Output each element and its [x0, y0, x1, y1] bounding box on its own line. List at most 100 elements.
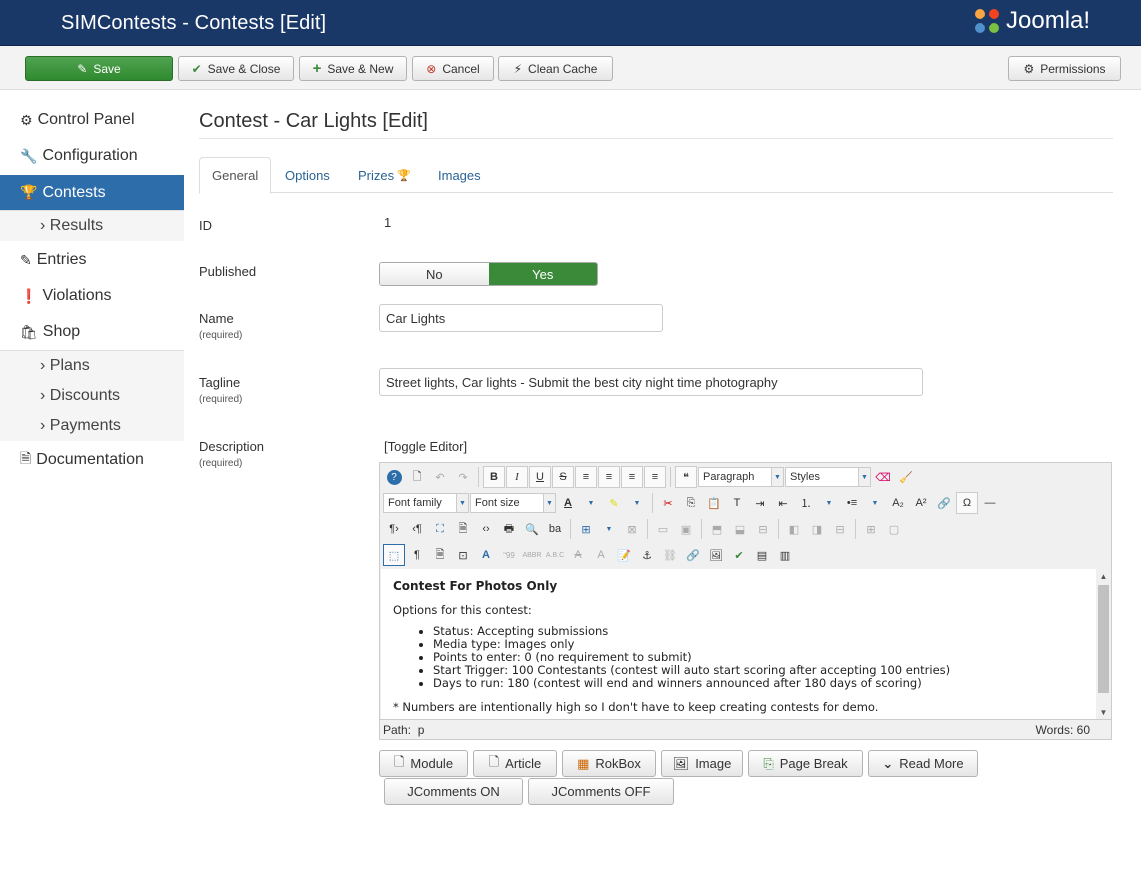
save-new-button[interactable]: + Save & New — [299, 56, 407, 81]
insertion-icon[interactable]: A — [590, 544, 612, 566]
read-more-icon[interactable]: ▥ — [774, 544, 796, 566]
search-binoculars-icon[interactable]: 🔍 — [521, 518, 543, 540]
indent-icon[interactable]: ⇥ — [749, 492, 771, 514]
print-icon[interactable]: 🖶 — [498, 518, 520, 540]
bullet-list-icon[interactable]: •≡ — [841, 492, 863, 514]
image-button[interactable]: 🖼 Image — [661, 750, 743, 777]
outdent-icon[interactable]: ⇤ — [772, 492, 794, 514]
bold-icon[interactable]: B — [483, 466, 505, 488]
col-before-icon[interactable]: ◧ — [783, 518, 805, 540]
subscript-icon[interactable]: A₂ — [887, 492, 909, 514]
visual-aid-icon[interactable]: ⬚ — [383, 544, 405, 566]
sidebar-item-shop[interactable]: 🛍 Shop — [0, 315, 184, 349]
underline-icon[interactable]: U — [529, 466, 551, 488]
unlink-icon[interactable]: ⛓ — [659, 544, 681, 566]
scrollbar-thumb[interactable] — [1098, 585, 1109, 693]
tab-options[interactable]: Options — [273, 157, 342, 193]
row-after-icon[interactable]: ⬓ — [729, 518, 751, 540]
numbered-list-icon[interactable]: ⒈ — [795, 492, 817, 514]
split-cells-icon[interactable]: ⊞ — [860, 518, 882, 540]
format-select[interactable]: Paragraph ▼ — [698, 467, 784, 487]
read-more-button[interactable]: ⌄ Read More — [868, 750, 978, 777]
row-props-icon[interactable]: ▭ — [652, 518, 674, 540]
attributes-icon[interactable]: 📝 — [613, 544, 635, 566]
insert-image-icon[interactable]: 🖼 — [705, 544, 727, 566]
sidebar-item-discounts[interactable]: › Discounts — [0, 381, 184, 411]
tab-images[interactable]: Images — [426, 157, 493, 193]
page-break-icon[interactable]: ▤ — [751, 544, 773, 566]
preview-icon[interactable]: 🗎 — [452, 518, 474, 540]
permissions-button[interactable]: ⚙ Permissions — [1008, 56, 1121, 81]
row-before-icon[interactable]: ⬒ — [706, 518, 728, 540]
insert-link-icon[interactable]: 🔗 — [682, 544, 704, 566]
col-after-icon[interactable]: ◨ — [806, 518, 828, 540]
abbreviation-icon[interactable]: ABBR — [521, 544, 543, 566]
merge-cells-icon[interactable]: ▢ — [883, 518, 905, 540]
sidebar-item-configuration[interactable]: 🔧 Configuration — [0, 139, 184, 173]
scroll-down-icon[interactable]: ▼ — [1096, 705, 1111, 719]
align-justify-icon[interactable]: ≡ — [575, 466, 597, 488]
sidebar-item-control-panel[interactable]: ⚙ Control Panel — [0, 103, 184, 137]
sidebar-item-plans[interactable]: › Plans — [0, 351, 184, 381]
sidebar-item-violations[interactable]: ❗ Violations — [0, 279, 184, 313]
special-char-icon[interactable]: Ω — [956, 492, 978, 514]
rtl-icon[interactable]: ‹¶ — [406, 518, 428, 540]
text-color-icon[interactable]: A — [557, 492, 579, 514]
template-icon[interactable]: 🗎 — [429, 544, 451, 566]
paste-icon[interactable]: 📋 — [703, 492, 725, 514]
tab-prizes[interactable]: Prizes 🏆 — [346, 157, 423, 193]
chevron-down-icon[interactable]: ▼ — [818, 492, 840, 514]
chevron-down-icon[interactable]: ▼ — [626, 492, 648, 514]
insert-layer-icon[interactable]: ⊡ — [452, 544, 474, 566]
ltr-icon[interactable]: ¶› — [383, 518, 405, 540]
editor-content[interactable]: Contest For Photos Only Options for this… — [381, 569, 1096, 719]
cancel-button[interactable]: ⊗ Cancel — [412, 56, 494, 81]
page-break-button[interactable]: ⎘ Page Break — [748, 750, 863, 777]
replace-icon[interactable]: ba — [544, 518, 566, 540]
insert-table-icon[interactable]: ⊞ — [575, 518, 597, 540]
link-icon[interactable]: 🔗 — [933, 492, 955, 514]
sidebar-item-results[interactable]: › Results — [0, 211, 184, 241]
spellcheck-icon[interactable]: ✔ — [728, 544, 750, 566]
jcomments-off-button[interactable]: JComments OFF — [528, 778, 674, 805]
chevron-down-icon[interactable]: ▼ — [864, 492, 886, 514]
horizontal-rule-icon[interactable]: — — [979, 492, 1001, 514]
font-size-select[interactable]: Font size ▼ — [470, 493, 556, 513]
fullscreen-icon[interactable]: ⛶ — [429, 518, 451, 540]
cite-icon[interactable]: “99 — [498, 544, 520, 566]
cut-icon[interactable]: ✂ — [657, 492, 679, 514]
show-blocks-icon[interactable]: ¶ — [406, 544, 428, 566]
help-icon[interactable]: ? — [383, 466, 405, 488]
chevron-down-icon[interactable]: ▼ — [580, 492, 602, 514]
delete-table-icon[interactable]: ⊠ — [621, 518, 643, 540]
rokbox-button[interactable]: ▦ RokBox — [562, 750, 656, 777]
save-button[interactable]: ✎ Save — [25, 56, 173, 81]
scroll-up-icon[interactable]: ▲ — [1096, 569, 1111, 583]
cell-props-icon[interactable]: ▣ — [675, 518, 697, 540]
article-button[interactable]: 🗋 Article — [473, 750, 557, 777]
redo-icon[interactable]: ↷ — [452, 466, 474, 488]
module-button[interactable]: 🗋 Module — [379, 750, 468, 777]
chevron-down-icon[interactable]: ▼ — [598, 518, 620, 540]
toggle-editor-link[interactable]: [Toggle Editor] — [384, 439, 467, 454]
sidebar-item-contests[interactable]: 🏆 Contests — [0, 175, 184, 210]
sidebar-item-documentation[interactable]: 🗎 Documentation — [0, 443, 184, 477]
copy-icon[interactable]: ⎘ — [680, 492, 702, 514]
published-yes-option[interactable]: Yes — [488, 263, 597, 285]
anchor-icon[interactable]: ⚓ — [636, 544, 658, 566]
sidebar-item-entries[interactable]: ✎ Entries — [0, 243, 184, 277]
strikethrough-icon[interactable]: S — [552, 466, 574, 488]
delete-col-icon[interactable]: ⊟ — [829, 518, 851, 540]
style-props-icon[interactable]: A — [475, 544, 497, 566]
path-value[interactable]: p — [418, 723, 425, 737]
jcomments-on-button[interactable]: JComments ON — [384, 778, 523, 805]
font-family-select[interactable]: Font family ▼ — [383, 493, 469, 513]
tagline-field[interactable]: Street lights, Car lights - Submit the b… — [379, 368, 923, 396]
clean-cache-button[interactable]: ⚡ Clean Cache — [498, 56, 613, 81]
italic-icon[interactable]: I — [506, 466, 528, 488]
save-close-button[interactable]: ✔ Save & Close — [178, 56, 294, 81]
undo-icon[interactable]: ↶ — [429, 466, 451, 488]
styles-select[interactable]: Styles ▼ — [785, 467, 871, 487]
align-center-icon[interactable]: ≡ — [598, 466, 620, 488]
deletion-icon[interactable]: A — [567, 544, 589, 566]
